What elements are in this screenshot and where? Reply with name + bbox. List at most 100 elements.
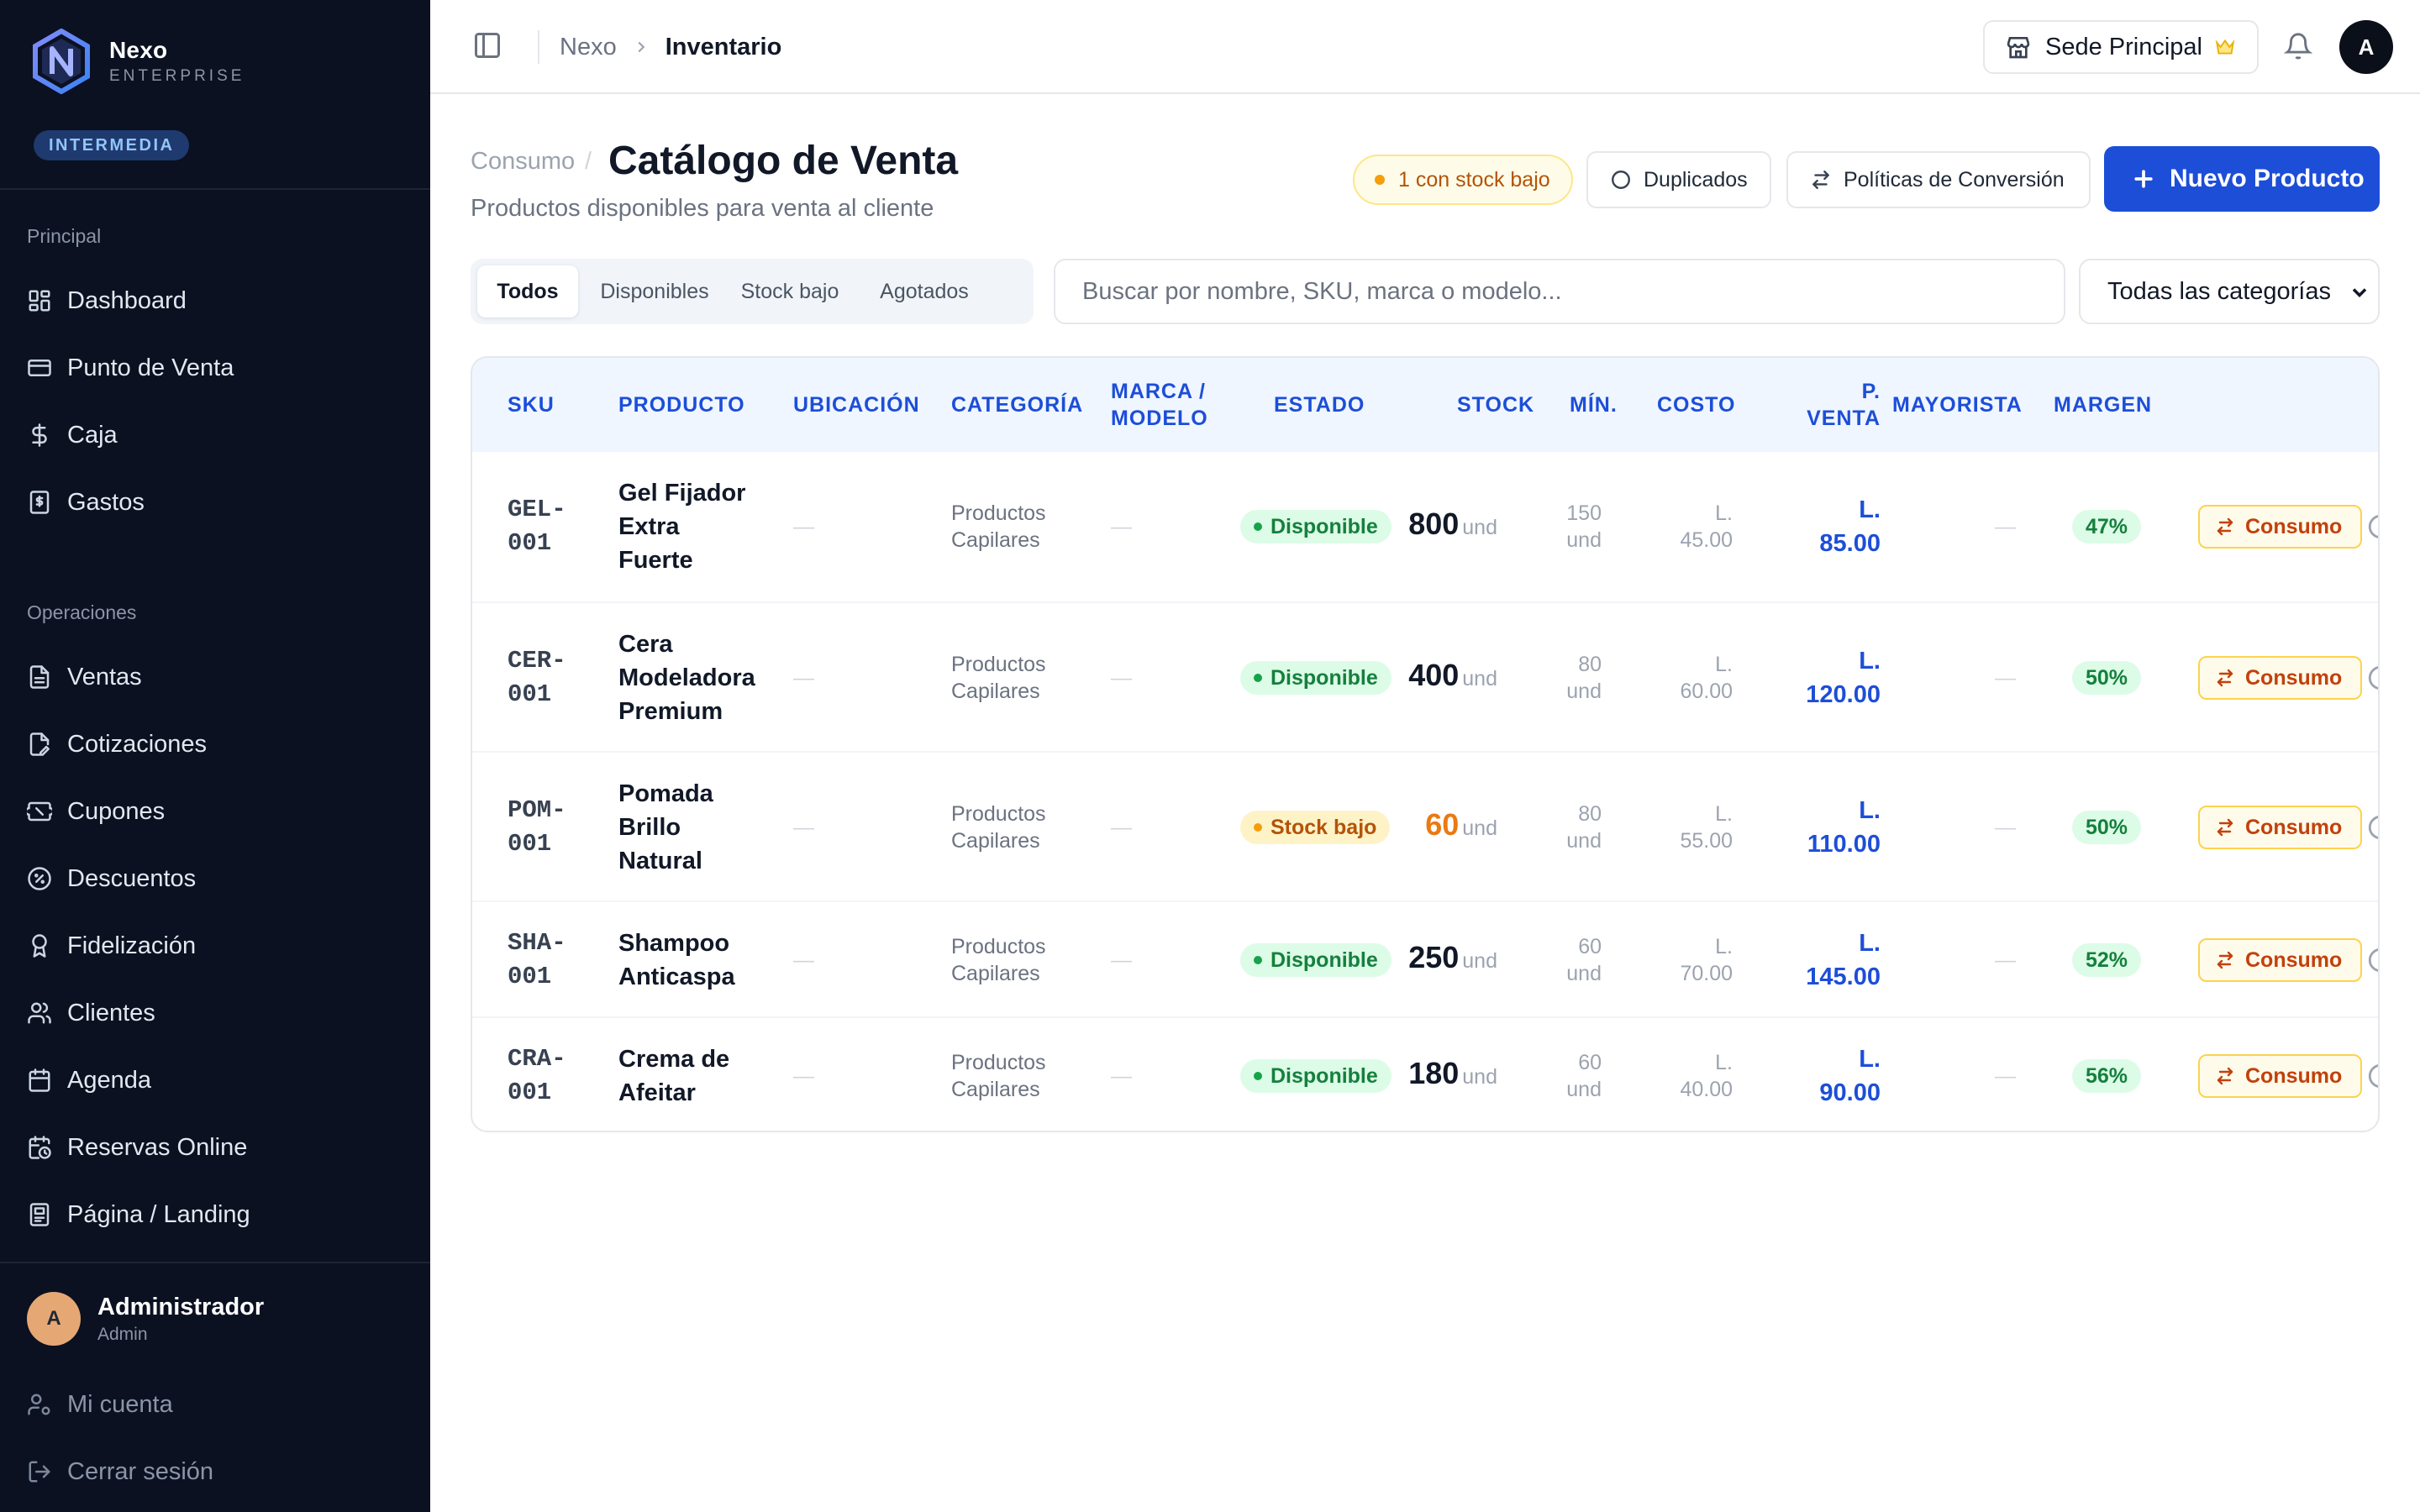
sidebar-item-gastos[interactable]: Gastos [27,482,145,522]
sidebar-item-mi-cuenta[interactable]: Mi cuenta [27,1384,173,1425]
product-name[interactable]: Pomada Brillo Natural [618,777,786,878]
sidebar-item-ventas[interactable]: Ventas [27,657,142,697]
category-select[interactable]: Todas las categorías [2079,259,2380,324]
brand[interactable]: Nexo ENTERPRISE [32,29,245,94]
page-title: Catálogo de Venta [608,139,959,183]
stock-cell: 800 und [1380,507,1497,542]
product-name-line: Fuerte [618,547,693,574]
location-cell: — [793,1064,814,1088]
conversion-button[interactable]: Consumo [2198,656,2363,700]
sidebar: Nexo ENTERPRISE INTERMEDIA Principal Das… [0,0,430,1512]
sku-cell: POM- 001 [508,794,566,861]
sidebar-item-punto-de-venta[interactable]: Punto de Venta [27,348,234,388]
panel-left-icon [475,33,500,58]
ticket-icon [27,801,52,822]
row-action-button[interactable] [2366,664,2378,690]
low-stock-chip[interactable]: 1 con stock bajo [1353,155,1573,205]
new-product-button[interactable]: Nuevo Producto [2104,146,2380,212]
product-name[interactable]: Cera Modeladora Premium [618,627,786,728]
column-header-stock[interactable]: STOCK [1457,391,1534,418]
sidebar-item-clientes[interactable]: Clientes [27,993,155,1033]
row-action-button[interactable] [2366,1062,2378,1088]
column-header-estado[interactable]: ESTADO [1274,391,1365,418]
stock-value: 60 [1425,807,1460,842]
tab-todos[interactable]: Todos [477,265,578,318]
sidebar-item-descuentos[interactable]: Descuentos [27,858,196,899]
products-table: SKU PRODUCTO UBICACIÓN CATEGORÍA MARCA /… [471,356,2380,1132]
cost-currency: L. [1715,802,1733,826]
cost-currency: L. [1715,653,1733,676]
product-name[interactable]: Shampoo Anticaspa [618,927,786,994]
category-line: Productos [951,935,1046,958]
conversion-button[interactable]: Consumo [2198,938,2363,982]
sku-cell: CRA- 001 [508,1042,566,1110]
tab-agotados[interactable]: Agotados [859,265,990,318]
search-input[interactable] [1054,259,2065,324]
arrows-exchange-icon [2217,669,2233,687]
tab-stock-bajo[interactable]: Stock bajo [728,265,852,318]
tab-disponibles[interactable]: Disponibles [588,265,721,318]
row-action-button[interactable] [2366,512,2378,538]
sidebar-item-reservas-online[interactable]: Reservas Online [27,1127,247,1168]
conversion-policies-button[interactable]: Políticas de Conversión [1786,151,2091,208]
column-header-p[interactable]: P. [1830,378,1881,405]
duplicates-button[interactable]: Duplicados [1586,151,1771,208]
category-line: Capilares [951,829,1040,853]
column-header-producto[interactable]: PRODUCTO [618,391,745,418]
category-select-value: Todas las categorías [2107,277,2331,305]
sidebar-item-fidelizacion[interactable]: Fidelización [27,926,196,966]
row-action-button[interactable] [2366,946,2378,972]
column-header-min[interactable]: MÍN. [1570,391,1618,418]
clock-icon [2368,1064,2378,1088]
sidebar-item-pagina-landing[interactable]: Página / Landing [27,1194,250,1235]
column-header-marca[interactable]: MARCA / [1111,378,1206,405]
column-header-categoria[interactable]: CATEGORÍA [951,391,1083,418]
table-row[interactable]: CER- 001 Cera Modeladora Premium — Productos Ca… [472,601,2378,751]
table-row[interactable]: CRA- 001 Crema de Afeitar — Productos Capilare… [472,1016,2378,1131]
breadcrumb-root[interactable]: Nexo [560,34,617,61]
product-name-line: Extra [618,513,680,540]
sidebar-item-dashboard[interactable]: Dashboard [27,281,187,321]
sidebar-item-caja[interactable]: Caja [27,415,118,455]
status-badge: Disponible [1240,943,1392,977]
column-header-venta[interactable]: VENTA [1783,405,1881,432]
sidebar-item-cupones[interactable]: Cupones [27,791,165,832]
category-cell: Productos Capilares [951,651,1094,705]
table-row[interactable]: GEL- 001 Gel Fijador Extra Fuerte — Productos C… [472,452,2378,601]
branch-selector-button[interactable]: Sede Principal [1983,20,2259,74]
table-row[interactable]: POM- 001 Pomada Brillo Natural — Productos Capi… [472,751,2378,900]
conversion-button[interactable]: Consumo [2198,505,2363,549]
user-profile[interactable]: A Administrador Admin [27,1292,264,1346]
sidebar-item-cerrar-sesion[interactable]: Cerrar sesión [27,1452,213,1492]
column-header-mayorista[interactable]: MAYORISTA [1892,391,2023,418]
conversion-button[interactable]: Consumo [2198,806,2363,849]
cost-cell: L. 55.00 [1649,801,1733,854]
sku-number: 001 [508,830,552,858]
arrows-exchange-icon [2217,818,2233,837]
section-breadcrumb[interactable]: Consumo [471,148,575,176]
sidebar-item-agenda[interactable]: Agenda [27,1060,151,1100]
sidebar-item-label: Caja [67,421,118,449]
product-name[interactable]: Gel Fijador Extra Fuerte [618,476,786,577]
sidebar-item-label: Clientes [67,999,155,1026]
column-header-sku[interactable]: SKU [508,391,555,418]
notifications-button[interactable] [2283,32,2314,62]
table-row[interactable]: SHA- 001 Shampoo Anticaspa — Productos Capilar… [472,900,2378,1016]
location-cell: — [793,816,814,839]
user-avatar-button[interactable]: A [2339,20,2393,74]
sidebar-toggle-button[interactable] [472,30,506,64]
sku-prefix: POM- [508,796,566,824]
column-header-modelo[interactable]: MODELO [1111,405,1208,432]
column-header-margen[interactable]: MARGEN [2054,391,2152,418]
sidebar-item-cotizaciones[interactable]: Cotizaciones [27,724,207,764]
sale-price-cell: L. 90.00 [1766,1042,1881,1110]
category-cell: Productos Capilares [951,801,1094,854]
column-header-costo[interactable]: COSTO [1657,391,1735,418]
product-name[interactable]: Crema de Afeitar [618,1042,786,1110]
arrows-exchange-icon [2217,1067,2233,1085]
min-stock-value: 60 [1578,935,1602,958]
conversion-button[interactable]: Consumo [2198,1054,2363,1098]
file-icon [29,665,50,689]
row-action-button[interactable] [2366,813,2378,839]
column-header-ubicacion[interactable]: UBICACIÓN [793,391,920,418]
